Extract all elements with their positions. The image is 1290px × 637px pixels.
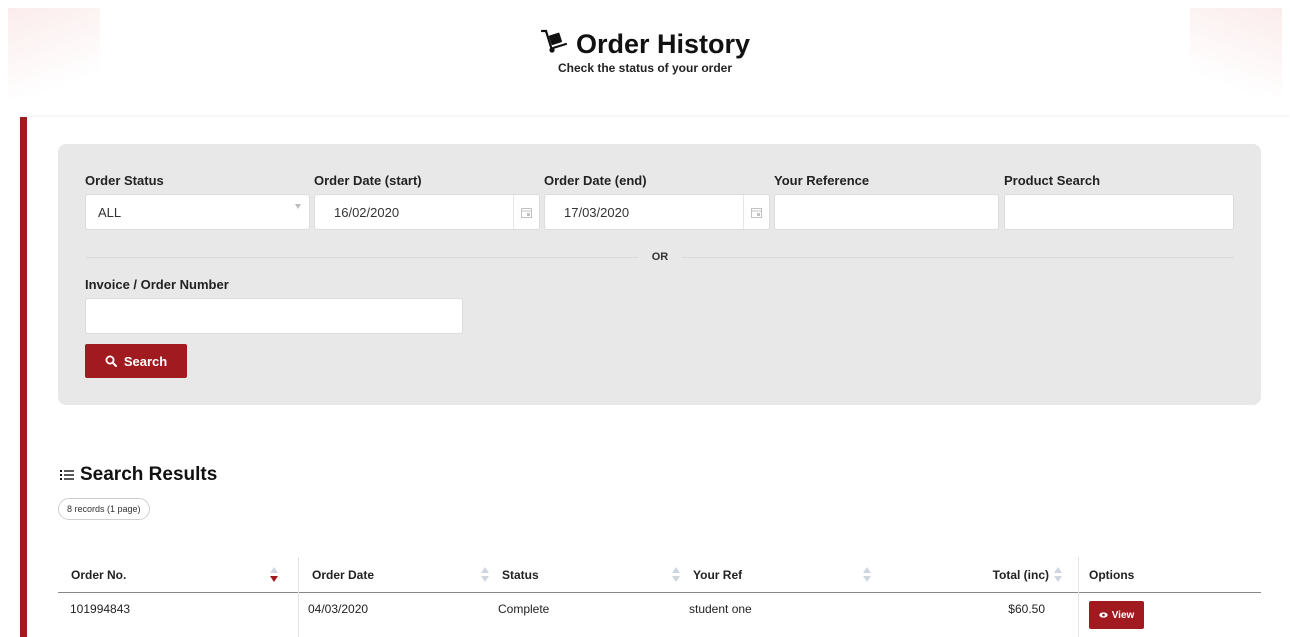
page-title-text: Order History bbox=[575, 29, 751, 59]
calendar-icon[interactable] bbox=[513, 195, 539, 229]
column-header-your-ref[interactable]: Your Ref bbox=[693, 557, 742, 593]
page-title: Order History bbox=[540, 28, 750, 61]
list-icon bbox=[60, 470, 74, 480]
order-status-value: ALL bbox=[98, 204, 122, 220]
view-button-label: View bbox=[1111, 609, 1135, 621]
cell-order-no: 101994843 bbox=[70, 602, 131, 616]
divider-line bbox=[86, 256, 638, 258]
date-end-input[interactable]: 17/03/2020 bbox=[544, 194, 770, 230]
view-button[interactable]: View bbox=[1089, 601, 1144, 629]
results-heading: Search Results bbox=[60, 464, 217, 486]
sort-icon[interactable] bbox=[672, 567, 680, 585]
order-status-label: Order Status bbox=[85, 173, 164, 188]
sort-icon[interactable] bbox=[1054, 567, 1062, 585]
sort-icon[interactable] bbox=[270, 567, 278, 585]
or-divider: OR bbox=[86, 250, 1234, 264]
hand-truck-icon bbox=[540, 28, 568, 61]
results-title: Search Results bbox=[80, 464, 218, 485]
date-end-value: 17/03/2020 bbox=[564, 204, 630, 220]
cell-total: $60.50 bbox=[1008, 602, 1045, 616]
search-button[interactable]: Search bbox=[85, 344, 187, 378]
invoice-number-input[interactable] bbox=[85, 298, 463, 334]
cell-order-date: 04/03/2020 bbox=[308, 602, 369, 616]
product-search-label: Product Search bbox=[1004, 173, 1101, 188]
column-header-status[interactable]: Status bbox=[502, 557, 539, 593]
invoice-number-label: Invoice / Order Number bbox=[85, 277, 229, 292]
or-text: OR bbox=[651, 251, 669, 263]
chevron-down-icon bbox=[295, 204, 301, 209]
column-header-total[interactable]: Total (inc) bbox=[883, 557, 1049, 593]
date-start-label: Order Date (start) bbox=[314, 173, 422, 188]
sort-icon[interactable] bbox=[863, 567, 871, 585]
cell-status: Complete bbox=[498, 602, 550, 616]
page-header: Order History Check the status of your o… bbox=[0, 28, 1290, 75]
your-reference-input[interactable] bbox=[774, 194, 999, 230]
column-header-order-date[interactable]: Order Date bbox=[312, 557, 374, 593]
page-subtitle: Check the status of your order bbox=[557, 61, 733, 75]
product-search-input[interactable] bbox=[1004, 194, 1234, 230]
search-button-label: Search bbox=[123, 353, 168, 369]
cell-your-ref: student one bbox=[689, 602, 752, 616]
records-count-badge: 8 records (1 page) bbox=[58, 498, 150, 520]
sort-icon[interactable] bbox=[481, 567, 489, 585]
column-header-order-no[interactable]: Order No. bbox=[71, 557, 126, 593]
date-start-value: 16/02/2020 bbox=[334, 204, 400, 220]
results-table: Order No. Order Date Status Your Ref Tot… bbox=[58, 557, 1261, 637]
column-header-options: Options bbox=[1089, 568, 1135, 582]
table-row: 101994843 04/03/2020 Complete student on… bbox=[58, 593, 1261, 633]
date-end-label: Order Date (end) bbox=[544, 173, 647, 188]
date-start-input[interactable]: 16/02/2020 bbox=[314, 194, 540, 230]
your-reference-label: Your Reference bbox=[774, 173, 870, 188]
calendar-icon[interactable] bbox=[743, 195, 769, 229]
order-status-select[interactable]: ALL bbox=[85, 194, 310, 230]
eye-icon bbox=[1098, 612, 1108, 618]
search-icon bbox=[105, 355, 117, 367]
divider-line bbox=[682, 256, 1234, 258]
table-header: Order No. Order Date Status Your Ref Tot… bbox=[58, 557, 1261, 637]
